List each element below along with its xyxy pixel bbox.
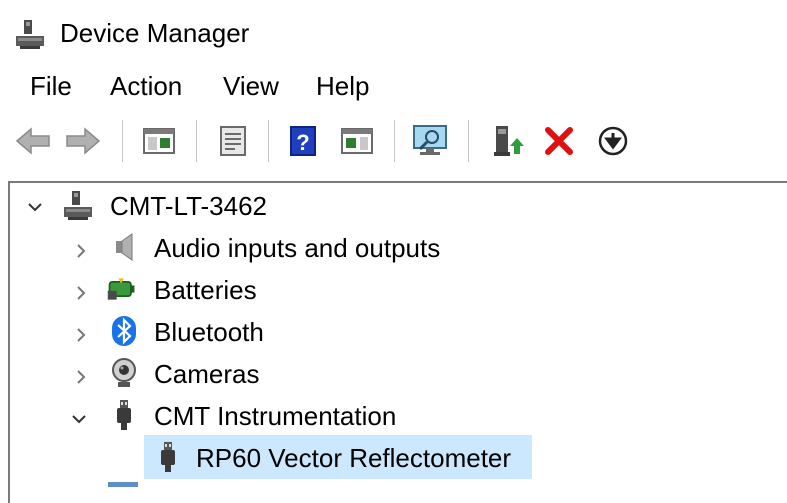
chevron-right-icon[interactable] (72, 242, 90, 260)
properties-button[interactable] (214, 122, 252, 160)
menu-action[interactable]: Action (108, 68, 184, 104)
tree-root-label[interactable]: CMT-LT-3462 (110, 188, 267, 224)
arrow-left-icon (15, 127, 50, 155)
menu-file[interactable]: File (28, 68, 74, 104)
menu-help[interactable]: Help (314, 68, 371, 104)
chevron-down-icon[interactable] (70, 410, 88, 428)
speaker-icon (116, 233, 133, 261)
usb-plug-icon (161, 442, 175, 472)
tree-item-label-selected[interactable]: RP60 Vector Reflectometer (196, 440, 511, 476)
window-title: Device Manager (60, 18, 250, 48)
back-button[interactable] (14, 122, 52, 160)
forward-button[interactable] (64, 122, 102, 160)
tree-item-label[interactable]: CMT Instrumentation (154, 398, 396, 434)
red-x-icon (545, 127, 573, 155)
chevron-right-icon[interactable] (72, 326, 90, 344)
console-tree-icon (143, 128, 175, 154)
update-driver-icon (494, 126, 524, 156)
device-manager-icon (16, 20, 44, 49)
show-action-pane-button[interactable] (338, 122, 376, 160)
chevron-right-icon[interactable] (72, 368, 90, 386)
update-driver-button[interactable] (488, 122, 526, 160)
help-button[interactable]: ? (284, 122, 322, 160)
chevron-down-icon[interactable] (26, 198, 44, 216)
disable-device-button[interactable] (594, 122, 632, 160)
title-bar: Device Manager (0, 0, 787, 64)
monitor-scan-icon (413, 125, 447, 155)
usb-plug-icon (117, 400, 131, 430)
toolbar-separator (196, 120, 197, 162)
menu-view[interactable]: View (221, 68, 281, 104)
next-item-icon-partial (108, 482, 138, 487)
arrow-right-icon (66, 127, 101, 155)
tree-item-label[interactable]: Audio inputs and outputs (154, 230, 440, 266)
toolbar-separator (394, 120, 395, 162)
circle-down-arrow-icon (598, 126, 628, 156)
help-icon: ? (290, 126, 316, 156)
menu-bar: File Action View Help (0, 64, 787, 108)
bluetooth-icon (112, 316, 136, 346)
chevron-right-icon[interactable] (72, 284, 90, 302)
toolbar-separator (122, 120, 123, 162)
scan-hardware-button[interactable] (412, 122, 450, 160)
toolbar-separator (468, 120, 469, 162)
properties-icon (220, 126, 246, 156)
toolbar-separator (268, 120, 269, 162)
svg-text:?: ? (296, 130, 309, 155)
uninstall-device-button[interactable] (540, 122, 578, 160)
tree-item-label[interactable]: Cameras (154, 356, 259, 392)
computer-icon (64, 191, 92, 220)
show-hide-console-tree-button[interactable] (140, 122, 178, 160)
webcam-icon (112, 358, 136, 387)
tree-item-label[interactable]: Bluetooth (154, 314, 264, 350)
battery-icon (107, 278, 135, 300)
tree-item-label[interactable]: Batteries (154, 272, 257, 308)
action-pane-icon (341, 128, 373, 154)
